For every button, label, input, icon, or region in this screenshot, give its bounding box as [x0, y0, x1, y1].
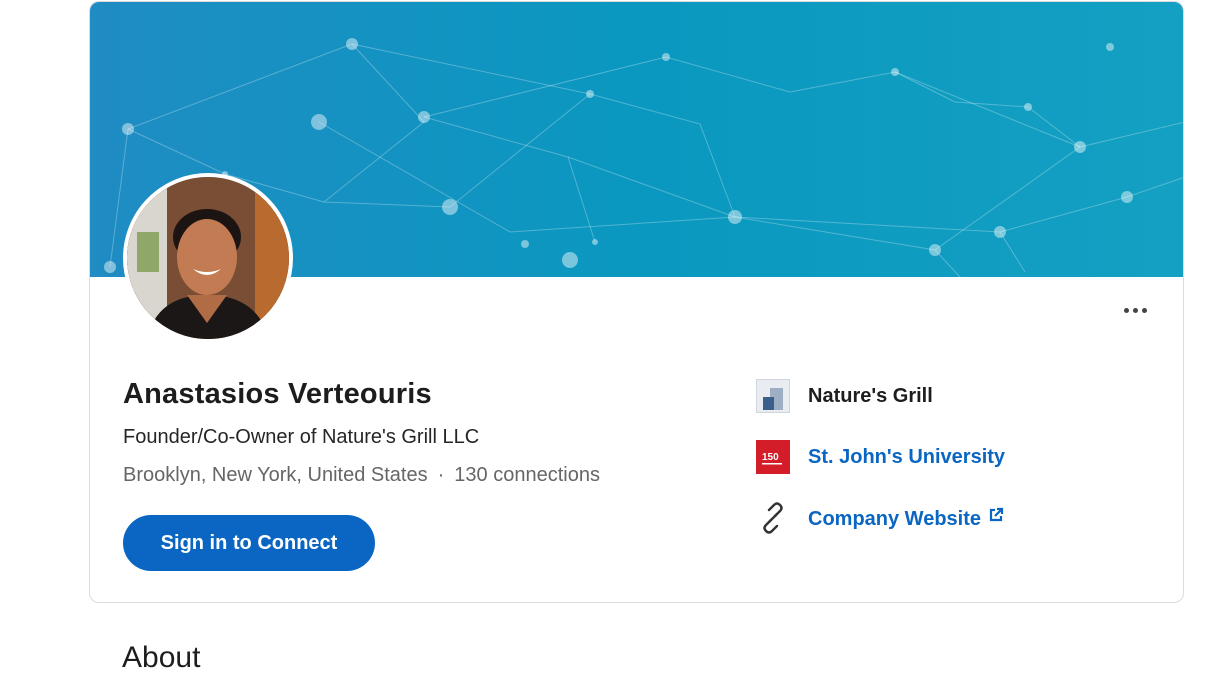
profile-headline: Founder/Co-Owner of Nature's Grill LLC: [123, 426, 480, 448]
company-website-link[interactable]: Company Website: [808, 506, 1004, 531]
school-item[interactable]: 150 St. John's University: [756, 439, 1005, 475]
website-item[interactable]: Company Website: [756, 500, 1004, 536]
profile-name: Anastasios Verteouris: [123, 378, 432, 410]
company-logo-icon: [756, 379, 790, 413]
profile-photo: [123, 173, 293, 343]
company-website-label: Company Website: [808, 507, 981, 530]
profile-meta: Brooklyn, New York, United States · 130 co…: [123, 464, 600, 487]
company-name: Nature's Grill: [808, 384, 933, 407]
university-logo-icon: 150: [756, 440, 790, 474]
meta-separator: ·: [437, 464, 445, 486]
school-link[interactable]: St. John's University: [808, 446, 1005, 469]
external-link-icon: [988, 506, 1004, 529]
link-icon: [756, 501, 790, 535]
profile-card: Anastasios Verteouris Founder/Co-Owner o…: [89, 1, 1184, 603]
sign-in-to-connect-button[interactable]: Sign in to Connect: [123, 515, 375, 571]
profile-connections: 130 connections: [454, 464, 600, 486]
university-logo-text: 150: [762, 452, 779, 463]
about-section-title: About: [122, 641, 201, 674]
more-options-button[interactable]: [1118, 298, 1152, 322]
more-horizontal-icon: [1123, 307, 1129, 313]
company-item[interactable]: Nature's Grill: [756, 378, 933, 414]
profile-location: Brooklyn, New York, United States: [123, 464, 428, 486]
